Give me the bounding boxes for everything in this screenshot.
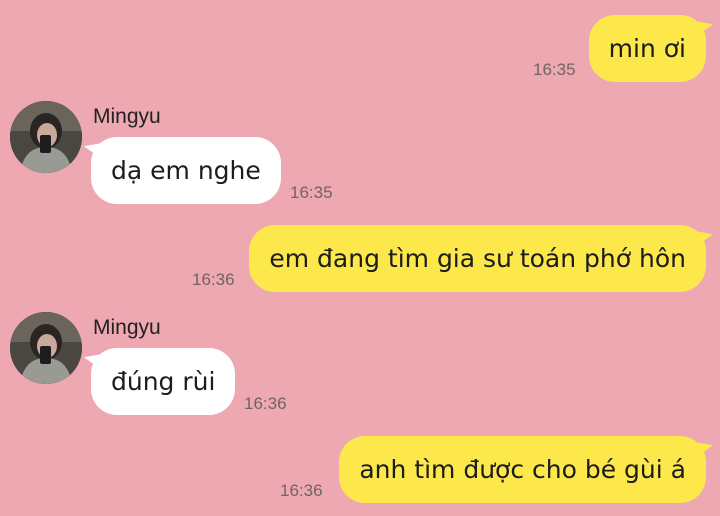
message-bubble[interactable]: đúng rùi	[91, 348, 236, 415]
message-bubble[interactable]: min ơi	[588, 15, 706, 82]
avatar[interactable]	[10, 101, 82, 173]
message-bubble[interactable]: dạ em nghe	[91, 137, 281, 204]
profile-photo-icon	[10, 101, 82, 173]
chat-thread: 16:35 min ơi Mingyu dạ em nghe 16:35 16:…	[0, 0, 720, 516]
message-bubble[interactable]: anh tìm được cho bé gùi á	[339, 436, 706, 503]
avatar[interactable]	[10, 312, 82, 384]
message-bubble[interactable]: em đang tìm gia sư toán phớ hôn	[249, 225, 706, 292]
message-timestamp: 16:36	[280, 481, 323, 500]
sender-name: Mingyu	[93, 316, 161, 339]
message-timestamp: 16:35	[290, 183, 333, 202]
message-timestamp: 16:36	[192, 270, 235, 289]
sender-name: Mingyu	[93, 105, 161, 128]
message-timestamp: 16:35	[533, 60, 576, 79]
profile-photo-icon	[10, 312, 82, 384]
message-timestamp: 16:36	[244, 394, 287, 413]
